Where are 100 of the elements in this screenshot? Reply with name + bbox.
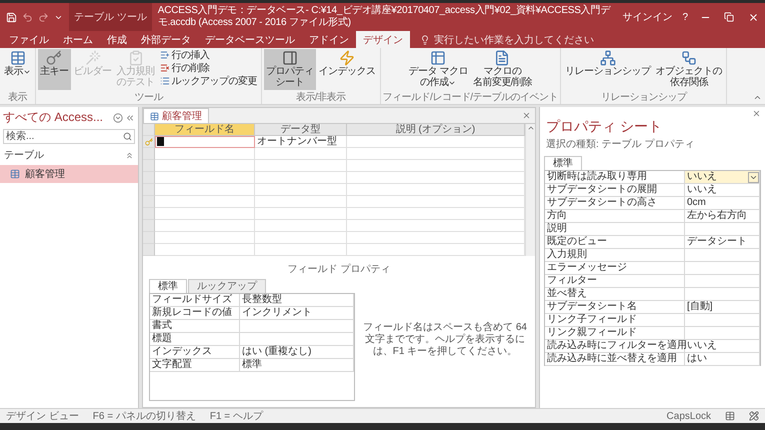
table-cell[interactable] [255, 160, 347, 172]
table-cell[interactable]: オートナンバー型 [255, 136, 347, 148]
help-button[interactable]: ? [677, 3, 693, 31]
ribbon-tab[interactable]: ファイル [2, 31, 56, 48]
table-cell[interactable] [255, 172, 347, 184]
table-cell[interactable] [255, 148, 347, 160]
ribbon-button[interactable]: 行の挿入 [158, 49, 259, 61]
property-value[interactable]: 標準 [240, 359, 354, 371]
ribbon-tab[interactable]: 外部データ [134, 31, 198, 48]
table-cell[interactable] [347, 220, 525, 232]
dropdown-icon[interactable] [748, 172, 759, 182]
table-cell[interactable] [155, 184, 255, 196]
collapse-ribbon-icon[interactable] [753, 93, 762, 102]
row-selector[interactable] [143, 172, 155, 184]
ribbon-button[interactable]: プロパティ シート [264, 49, 316, 90]
row-selector[interactable] [143, 196, 155, 208]
sign-in-link[interactable]: サインイン [617, 3, 678, 31]
field-name-cell[interactable] [155, 136, 255, 148]
ribbon-button[interactable]: データ マクロ の作成 [406, 49, 470, 90]
row-selector[interactable] [143, 244, 155, 256]
row-selector[interactable] [143, 136, 155, 148]
collapse-icon[interactable] [125, 150, 134, 160]
ribbon-button[interactable]: 行の削除 [158, 62, 259, 74]
design-view-icon[interactable] [749, 411, 759, 421]
ribbon-button[interactable]: リレーションシップ [563, 49, 653, 90]
table-cell[interactable] [347, 148, 525, 160]
ribbon-button[interactable]: 主キー [38, 49, 70, 90]
table-cell[interactable] [347, 244, 525, 256]
table-cell[interactable] [347, 172, 525, 184]
property-tab[interactable]: 標準 [149, 279, 187, 293]
row-selector[interactable] [143, 232, 155, 244]
tell-me-field[interactable]: 実行したい作業を入力してください [410, 31, 604, 48]
table-cell[interactable] [155, 220, 255, 232]
table-cell[interactable] [347, 160, 525, 172]
ribbon-button[interactable]: 表示 [2, 49, 33, 90]
table-cell[interactable] [255, 232, 347, 244]
scroll-up-icon[interactable] [526, 124, 534, 132]
restore-icon[interactable] [724, 12, 734, 22]
nav-group-label[interactable]: テーブル [4, 148, 125, 162]
table-cell[interactable] [347, 208, 525, 220]
property-value[interactable]: 0cm [685, 197, 760, 209]
ribbon-button[interactable]: ルックアップの変更 [158, 75, 259, 87]
datasheet-view-icon[interactable] [725, 411, 735, 421]
nav-pane-title[interactable]: すべての Access... [3, 109, 111, 126]
nav-item[interactable]: 顧客管理 [0, 165, 138, 183]
close-icon[interactable] [748, 12, 758, 22]
table-cell[interactable] [255, 184, 347, 196]
ribbon-tab[interactable]: デザイン [356, 31, 410, 48]
row-selector[interactable] [143, 160, 155, 172]
document-tab[interactable]: 顧客管理 [143, 108, 209, 123]
collapse-pane-icon[interactable] [125, 112, 135, 122]
table-cell[interactable] [347, 136, 525, 148]
table-cell[interactable] [255, 244, 347, 256]
ribbon-tab[interactable]: データベースツール [198, 31, 302, 48]
row-selector[interactable] [143, 184, 155, 196]
property-value[interactable]: いいえ [685, 184, 760, 196]
table-cell[interactable] [255, 220, 347, 232]
ribbon-tab[interactable]: ホーム [56, 31, 100, 48]
table-cell[interactable] [347, 196, 525, 208]
table-cell[interactable] [347, 232, 525, 244]
property-value[interactable]: インクリメント [240, 307, 354, 319]
scrollbar[interactable] [525, 124, 535, 256]
property-value[interactable]: 左から右方向 [685, 210, 760, 222]
undo-icon[interactable] [22, 12, 33, 22]
property-label: インデックス [150, 346, 240, 358]
property-value[interactable]: データシート [685, 236, 760, 248]
ribbon-button[interactable]: オブジェクトの 依存関係 [654, 49, 724, 90]
table-cell[interactable] [155, 172, 255, 184]
table-cell[interactable] [155, 160, 255, 172]
property-tab[interactable]: ルックアップ [188, 279, 266, 293]
row-selector[interactable] [143, 220, 155, 232]
row-selector[interactable] [143, 148, 155, 160]
table-cell[interactable] [255, 196, 347, 208]
table-cell[interactable] [255, 208, 347, 220]
ribbon-tab[interactable]: 作成 [100, 31, 134, 48]
chevron-circle-icon[interactable] [113, 112, 123, 122]
property-value[interactable]: はい (重複なし) [240, 346, 354, 358]
property-label: リンク親フィールド [545, 327, 685, 339]
property-value[interactable]: はい [685, 353, 760, 365]
property-value[interactable]: 長整数型 [240, 294, 354, 306]
table-cell[interactable] [155, 196, 255, 208]
table-cell[interactable] [155, 208, 255, 220]
ribbon-button[interactable]: インデックス [316, 49, 378, 90]
close-icon[interactable] [752, 109, 761, 118]
search-field[interactable]: 検索... [3, 129, 135, 144]
table-cell[interactable] [155, 148, 255, 160]
row-selector[interactable] [143, 208, 155, 220]
table-cell[interactable] [155, 232, 255, 244]
redo-icon[interactable] [38, 12, 49, 22]
table-icon [430, 50, 446, 66]
property-value[interactable]: いいえ [685, 171, 760, 183]
property-value[interactable]: いいえ [685, 340, 760, 352]
ribbon-button[interactable]: マクロの 名前変更/削除 [470, 49, 534, 90]
property-value[interactable]: [自動] [685, 301, 760, 313]
close-icon[interactable] [522, 111, 531, 120]
ribbon-tab[interactable]: アドイン [302, 31, 356, 48]
table-cell[interactable] [347, 184, 525, 196]
table-cell[interactable] [155, 244, 255, 256]
save-icon[interactable] [6, 12, 17, 22]
property-tab[interactable]: 標準 [544, 156, 582, 170]
